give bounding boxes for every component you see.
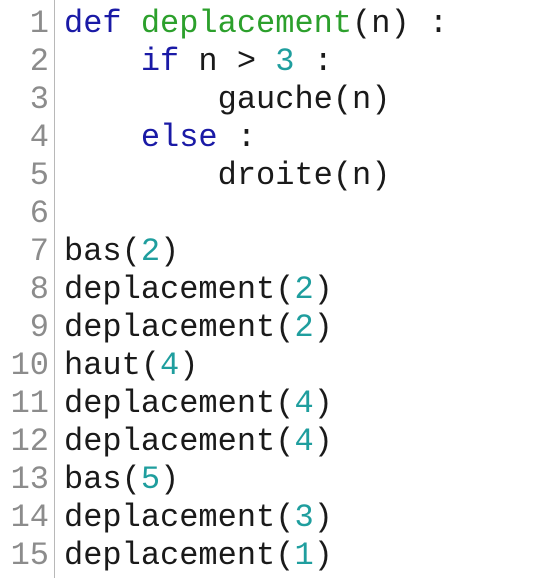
code-line: 14 deplacement(3) xyxy=(0,499,548,537)
line-number: 15 xyxy=(10,537,49,574)
number-token: 2 xyxy=(294,271,314,308)
text-token: deplacement( xyxy=(64,423,295,460)
code-text: def deplacement(n) : xyxy=(64,5,448,43)
text-token: deplacement( xyxy=(64,499,295,536)
text-token: deplacement( xyxy=(64,271,295,308)
code-line: 13 bas(5) xyxy=(0,461,548,499)
line-number: 2 xyxy=(29,43,49,80)
text-token: haut( xyxy=(64,347,161,384)
text-token: gauche(n) xyxy=(64,81,391,118)
line-number: 4 xyxy=(29,119,49,156)
line-number: 3 xyxy=(29,81,49,118)
number-token: 5 xyxy=(140,461,161,498)
line-number: 10 xyxy=(10,347,49,384)
code-text: bas(5) xyxy=(64,461,179,499)
code-text: if n > 3 : xyxy=(64,43,333,81)
number-token: 2 xyxy=(294,309,314,346)
code-text: gauche(n) xyxy=(64,81,391,119)
code-text: droite(n) xyxy=(64,157,391,195)
code-line: 12 deplacement(4) xyxy=(0,423,548,461)
code-text: deplacement(2) xyxy=(64,309,333,347)
line-number: 8 xyxy=(29,271,49,308)
code-line: 3 gauche(n) xyxy=(0,81,548,119)
code-line: 11 deplacement(4) xyxy=(0,385,548,423)
line-number: 13 xyxy=(10,461,49,498)
text-token: ) xyxy=(313,499,333,536)
text-token: deplacement( xyxy=(64,385,295,422)
line-number: 5 xyxy=(29,157,49,194)
line-number: 11 xyxy=(10,385,49,422)
text-token: ) xyxy=(179,347,199,384)
text-token: ) xyxy=(313,271,333,308)
text-token: ) xyxy=(313,385,333,422)
line-number: 7 xyxy=(29,233,49,270)
code-line: 1 def deplacement(n) : xyxy=(0,5,548,43)
code-text: deplacement(4) xyxy=(64,385,333,423)
keyword-token: if xyxy=(140,43,180,80)
text-token: deplacement( xyxy=(64,309,295,346)
code-line: 5 droite(n) xyxy=(0,157,548,195)
number-token: 1 xyxy=(294,537,314,574)
code-editor[interactable]: 1 def deplacement(n) :2 if n > 3 :3 gauch… xyxy=(0,0,548,578)
text-token: bas( xyxy=(64,233,141,270)
number-token: 3 xyxy=(294,499,314,536)
number-token: 4 xyxy=(160,347,180,384)
code-text: deplacement(3) xyxy=(64,499,333,537)
text-token: deplacement( xyxy=(64,537,295,574)
code-line: 8 deplacement(2) xyxy=(0,271,548,309)
code-line: 4 else : xyxy=(0,119,548,157)
text-token: ) xyxy=(160,233,180,270)
text-token: ) xyxy=(313,537,333,574)
number-token: 3 xyxy=(275,43,295,80)
line-number: 9 xyxy=(29,309,49,346)
code-text: deplacement(1) xyxy=(64,537,333,575)
keyword-token: def xyxy=(64,5,122,42)
code-text: deplacement(4) xyxy=(64,423,333,461)
code-text: haut(4) xyxy=(64,347,198,385)
code-text: bas(2) xyxy=(64,233,179,271)
text-token: : xyxy=(294,43,333,80)
line-number: 12 xyxy=(10,423,49,460)
line-number: 6 xyxy=(29,195,49,232)
number-token: 4 xyxy=(294,385,314,422)
code-line: 7 bas(2) xyxy=(0,233,548,271)
text-token: bas( xyxy=(64,461,141,498)
code-line: 15 deplacement(1) xyxy=(0,537,548,575)
number-token: 2 xyxy=(140,233,161,270)
text-token: (n) : xyxy=(352,5,449,42)
code-text: else : xyxy=(64,119,256,157)
code-line: 10 haut(4) xyxy=(0,347,548,385)
text-token: ) xyxy=(313,309,333,346)
text-token: droite(n) xyxy=(64,157,391,194)
text-token: n > xyxy=(179,43,276,80)
text-token: ) xyxy=(313,423,333,460)
line-number: 1 xyxy=(29,5,49,42)
text-token: : xyxy=(217,119,257,156)
number-token: 4 xyxy=(294,423,314,460)
code-line: 6 xyxy=(0,195,548,233)
line-number: 14 xyxy=(10,499,49,536)
text-token: ) xyxy=(160,461,180,498)
code-line: 9 deplacement(2) xyxy=(0,309,548,347)
function-name-token: deplacement xyxy=(140,5,353,42)
code-line: 2 if n > 3 : xyxy=(0,43,548,81)
code-text: deplacement(2) xyxy=(64,271,333,309)
keyword-token: else xyxy=(140,119,218,156)
